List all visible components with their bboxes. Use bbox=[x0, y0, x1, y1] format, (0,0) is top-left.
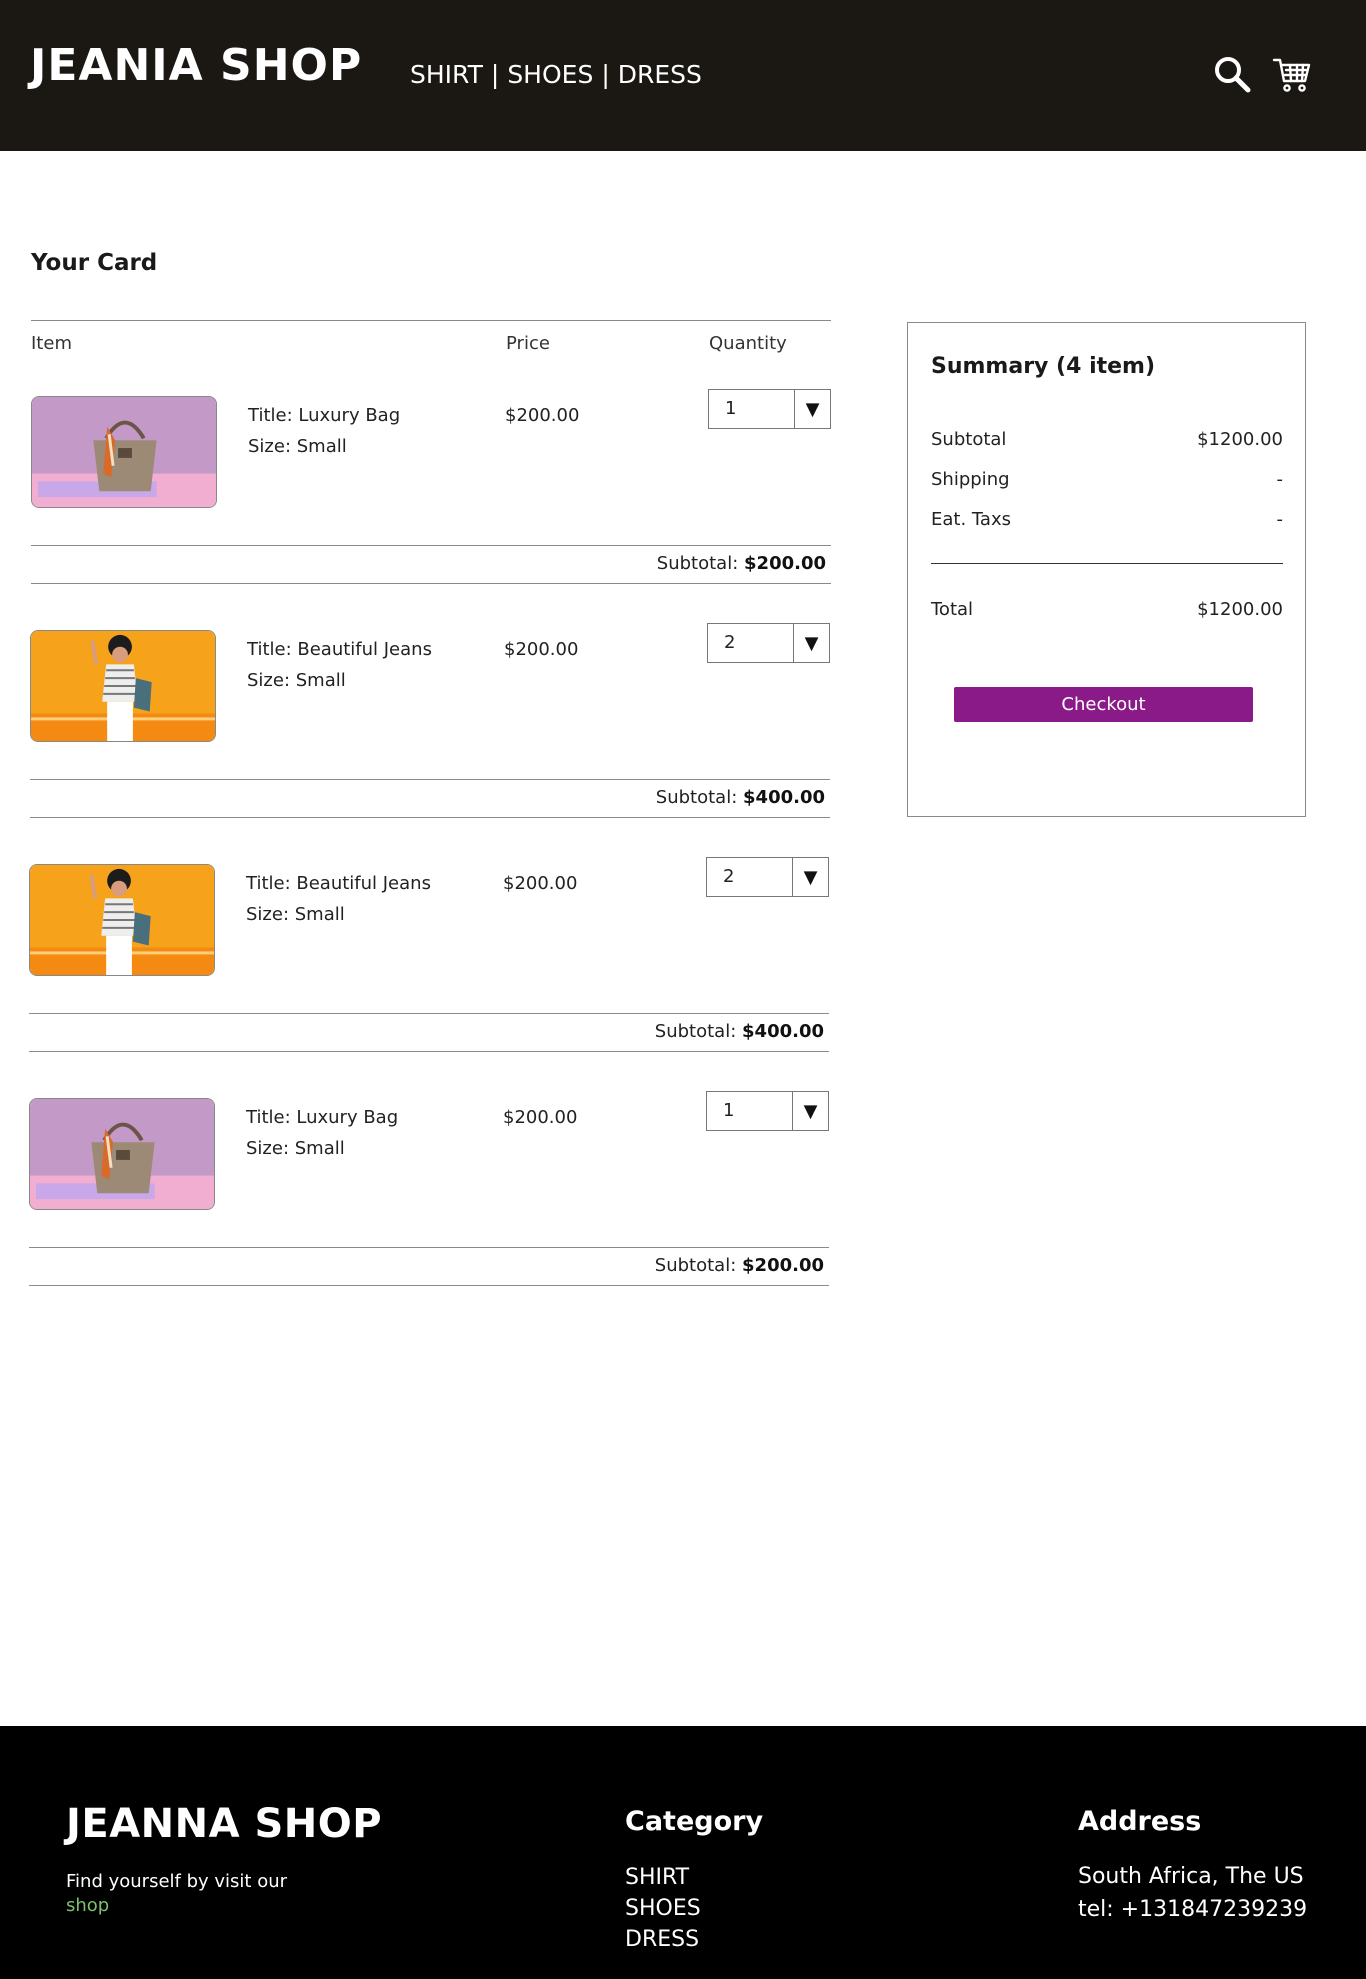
quantity-value: 2 bbox=[723, 866, 735, 887]
footer-address-heading: Address bbox=[1078, 1806, 1202, 1837]
summary-subtotal-label: Subtotal bbox=[931, 429, 1007, 450]
quantity-value: 1 bbox=[723, 1100, 735, 1121]
cart-item-row: Title: Luxury Bag Size: Small $200.00 1 … bbox=[0, 389, 840, 629]
cart-item-subtotal: Subtotal: $200.00 bbox=[24, 1255, 824, 1276]
summary-taxes-value: - bbox=[1276, 509, 1284, 530]
cart-item-title: Title: Luxury Bag bbox=[246, 1107, 399, 1128]
summary-subtotal-value: $1200.00 bbox=[1197, 429, 1283, 450]
quantity-select[interactable]: 1 ▼ bbox=[708, 389, 831, 429]
row-divider bbox=[29, 1285, 829, 1286]
row-divider bbox=[29, 1051, 829, 1052]
row-divider bbox=[31, 583, 831, 584]
cart-item-size: Size: Small bbox=[246, 1138, 345, 1159]
cart-item-info: Title: Beautiful Jeans Size: Small bbox=[246, 868, 431, 930]
site-header: JEANIA SHOP SHIRT | SHOES | DRESS bbox=[0, 0, 1366, 151]
search-icon[interactable] bbox=[1212, 54, 1252, 94]
quantity-select[interactable]: 1 ▼ bbox=[706, 1091, 829, 1131]
chevron-down-icon[interactable]: ▼ bbox=[792, 858, 828, 896]
chevron-down-icon[interactable]: ▼ bbox=[794, 390, 830, 428]
row-divider bbox=[30, 779, 830, 780]
checkout-button[interactable]: Checkout bbox=[954, 687, 1253, 722]
footer-address: South Africa, The US bbox=[1078, 1864, 1304, 1889]
column-header-item: Item bbox=[31, 333, 72, 354]
footer-category-shoes[interactable]: SHOES bbox=[625, 1893, 701, 1924]
footer-phone: tel: +131847239239 bbox=[1078, 1897, 1308, 1922]
footer-category-shirt[interactable]: SHIRT bbox=[625, 1862, 689, 1893]
footer-category-dress[interactable]: DRESS bbox=[625, 1924, 699, 1955]
cart-item-title: Title: Beautiful Jeans bbox=[246, 873, 431, 894]
cart-item-info: Title: Luxury Bag Size: Small bbox=[246, 1102, 398, 1164]
page-title: Your Card bbox=[31, 250, 158, 276]
cart-item-row: Title: Beautiful Jeans Size: Small $200.… bbox=[0, 623, 840, 863]
product-image-luxury-bag[interactable] bbox=[29, 1098, 215, 1210]
quantity-select[interactable]: 2 ▼ bbox=[706, 857, 829, 897]
summary-total-label: Total bbox=[931, 599, 974, 620]
column-header-price: Price bbox=[506, 333, 550, 354]
cart-icon[interactable] bbox=[1272, 54, 1312, 94]
footer-tagline: Find yourself by visit our bbox=[66, 1871, 288, 1892]
nav-link-shirt[interactable]: SHIRT bbox=[410, 60, 483, 89]
footer-category-heading: Category bbox=[625, 1806, 764, 1837]
footer-logo[interactable]: JEANNA SHOP bbox=[66, 1801, 382, 1847]
summary-title: Summary (4 item) bbox=[931, 354, 1156, 379]
cart-item-subtotal: Subtotal: $200.00 bbox=[26, 553, 826, 574]
cart-item-title: Title: Luxury Bag bbox=[248, 405, 401, 426]
nav-separator: | bbox=[601, 60, 610, 89]
cart-item-row: Title: Beautiful Jeans Size: Small $200.… bbox=[0, 857, 840, 1097]
cart-item-size: Size: Small bbox=[248, 436, 347, 457]
subtotal-value: $200.00 bbox=[742, 1255, 824, 1276]
site-footer: JEANNA SHOP Find yourself by visit our s… bbox=[0, 1726, 1366, 1979]
cart-item-size: Size: Small bbox=[246, 904, 345, 925]
subtotal-label: Subtotal: bbox=[655, 787, 738, 808]
summary-shipping-value: - bbox=[1276, 469, 1284, 490]
subtotal-value: $400.00 bbox=[742, 1021, 824, 1042]
cart-item-price: $200.00 bbox=[503, 873, 578, 894]
subtotal-label: Subtotal: bbox=[656, 553, 739, 574]
row-divider bbox=[30, 817, 830, 818]
top-nav: SHIRT | SHOES | DRESS bbox=[410, 58, 702, 92]
quantity-value: 1 bbox=[725, 398, 737, 419]
cart-item-subtotal: Subtotal: $400.00 bbox=[24, 1021, 824, 1042]
cart-item-subtotal: Subtotal: $400.00 bbox=[25, 787, 825, 808]
table-top-divider bbox=[31, 320, 831, 321]
subtotal-label: Subtotal: bbox=[654, 1255, 737, 1276]
nav-link-shoes[interactable]: SHOES bbox=[507, 60, 593, 89]
chevron-down-icon[interactable]: ▼ bbox=[793, 624, 829, 662]
summary-divider bbox=[931, 563, 1283, 564]
nav-link-dress[interactable]: DRESS bbox=[618, 60, 702, 89]
cart-item-price: $200.00 bbox=[503, 1107, 578, 1128]
column-header-quantity: Quantity bbox=[709, 333, 787, 354]
cart-item-price: $200.00 bbox=[504, 639, 579, 660]
nav-separator: | bbox=[490, 60, 500, 89]
row-divider bbox=[29, 1013, 829, 1014]
summary-shipping-label: Shipping bbox=[931, 469, 1010, 490]
product-image-beautiful-jeans[interactable] bbox=[30, 630, 216, 742]
quantity-value: 2 bbox=[724, 632, 736, 653]
subtotal-value: $400.00 bbox=[743, 787, 825, 808]
summary-taxes-row: Eat. Taxs - bbox=[931, 509, 1283, 530]
chevron-down-icon[interactable]: ▼ bbox=[792, 1092, 828, 1130]
product-image-luxury-bag[interactable] bbox=[31, 396, 217, 508]
cart-item-info: Title: Beautiful Jeans Size: Small bbox=[247, 634, 432, 696]
footer-shop-link[interactable]: shop bbox=[66, 1895, 109, 1916]
cart-item-row: Title: Luxury Bag Size: Small $200.00 1 … bbox=[0, 1091, 840, 1331]
summary-subtotal-row: Subtotal $1200.00 bbox=[931, 429, 1283, 450]
row-divider bbox=[29, 1247, 829, 1248]
cart-item-size: Size: Small bbox=[247, 670, 346, 691]
summary-taxes-label: Eat. Taxs bbox=[931, 509, 1011, 530]
cart-item-title: Title: Beautiful Jeans bbox=[247, 639, 432, 660]
cart-item-price: $200.00 bbox=[505, 405, 580, 426]
summary-total-value: $1200.00 bbox=[1197, 599, 1283, 620]
site-logo[interactable]: JEANIA SHOP bbox=[30, 40, 362, 92]
cart-item-info: Title: Luxury Bag Size: Small bbox=[248, 400, 400, 462]
subtotal-value: $200.00 bbox=[744, 553, 826, 574]
subtotal-label: Subtotal: bbox=[654, 1021, 737, 1042]
product-image-beautiful-jeans[interactable] bbox=[29, 864, 215, 976]
summary-total-row: Total $1200.00 bbox=[931, 599, 1283, 620]
quantity-select[interactable]: 2 ▼ bbox=[707, 623, 830, 663]
summary-shipping-row: Shipping - bbox=[931, 469, 1283, 490]
row-divider bbox=[31, 545, 831, 546]
order-summary-panel: Summary (4 item) Subtotal $1200.00 Shipp… bbox=[907, 322, 1306, 817]
